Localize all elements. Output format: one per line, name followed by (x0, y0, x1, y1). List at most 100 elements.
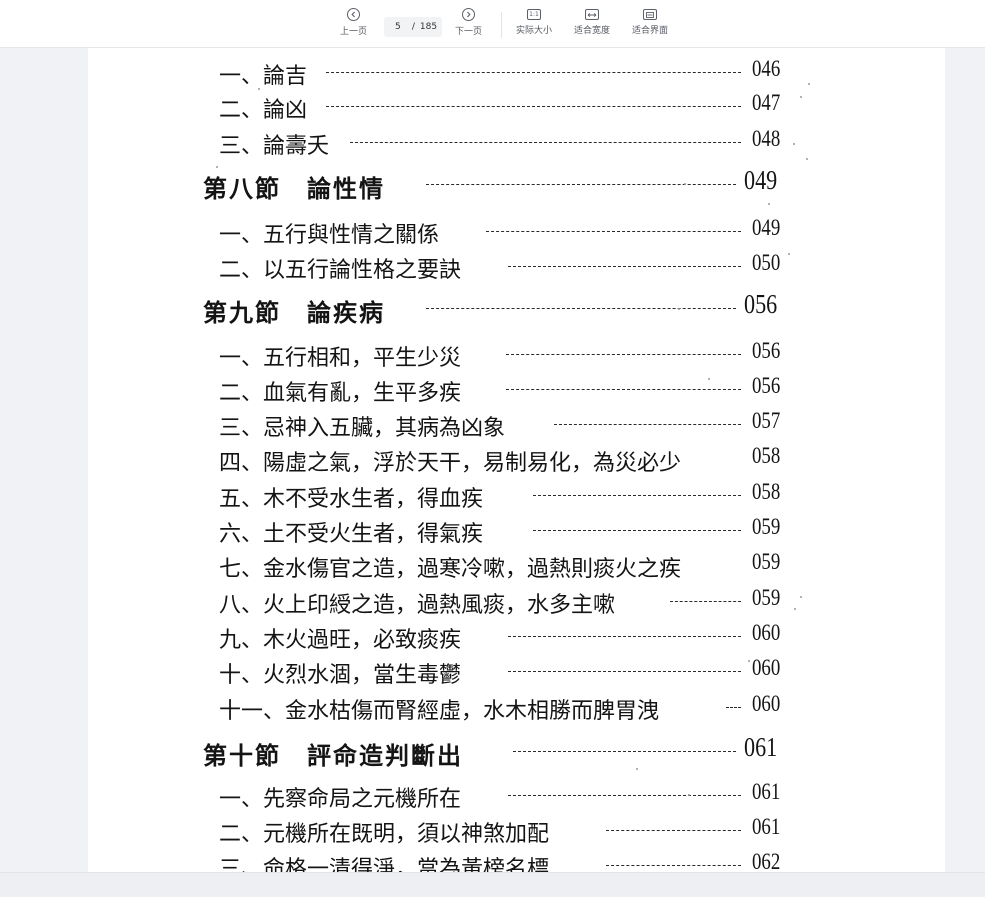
chevron-right-icon (462, 8, 475, 21)
toc-leader-dashes (533, 495, 741, 496)
toc-leader-dashes (326, 106, 741, 107)
toc-leader-dashes (350, 142, 741, 143)
scan-speck (806, 158, 808, 160)
fit-width-label: 适合宽度 (574, 26, 611, 36)
toc-page-number: 059 (752, 585, 781, 610)
toc-entry-title: 一、論吉 (219, 64, 308, 89)
scan-speck (678, 308, 680, 310)
toc-entry-title: 十一、金水枯傷而腎經虛，水木相勝而脾胃洩 (219, 699, 660, 724)
prev-page-button[interactable]: 上一页 (340, 8, 367, 37)
scan-speck (794, 608, 796, 610)
scan-speck (216, 166, 218, 168)
toolbar-divider (501, 12, 502, 38)
scan-speck (748, 660, 750, 662)
toc-page-number: 058 (752, 479, 781, 504)
toc-entry: 一、論吉 046 (219, 56, 793, 89)
toc-entry: 三、命格一清得淨，當為黃榜名標 062 (219, 849, 793, 872)
toc-entry: 十、火烈水涸，當生毒鬱 060 (219, 655, 793, 688)
toc-entry: 十一、金水枯傷而腎經虛，水木相勝而脾胃洩 060 (219, 691, 793, 724)
scan-speck (684, 183, 686, 185)
toc-entry: 七、金水傷官之造，過寒冷嗽，過熱則痰火之疾 059 (219, 549, 793, 582)
scan-speck (793, 143, 795, 145)
toc-page-number: 048 (752, 126, 781, 151)
toc-leader-dashes (508, 671, 741, 672)
next-page-button[interactable]: 下一页 (455, 8, 482, 37)
toc-entry: 三、論壽夭 048 (219, 126, 793, 159)
toc-entry-title: 四、陽虛之氣，浮於天干，易制易化，為災必少 (219, 451, 682, 476)
toc-entry-title: 三、命格一清得淨，當為黃榜名標 (219, 857, 550, 872)
toc-entry: 一、五行與性情之關係 049 (219, 215, 793, 248)
fit-page-button[interactable]: 适合界面 (632, 8, 668, 36)
toc-leader-dashes (506, 354, 741, 355)
scan-speck (258, 88, 260, 90)
toc-page-number: 049 (744, 165, 778, 195)
total-pages: 185 (419, 22, 438, 32)
toc-entry-title: 一、五行與性情之關係 (219, 223, 440, 248)
toc-entry: 二、以五行論性格之要訣 050 (219, 250, 793, 283)
scan-speck (800, 96, 802, 98)
toc-page-number: 046 (752, 56, 781, 81)
page-number-input[interactable] (388, 22, 407, 32)
scan-speck (688, 794, 690, 796)
fit-width-button[interactable]: 适合宽度 (574, 8, 610, 36)
toc-section-heading: 第十節 評命造判斷出 061 (203, 732, 793, 770)
toc-entry: 六、土不受火生者，得氣疾 059 (219, 514, 793, 547)
toc-entry: 三、忌神入五臟，其病為凶象 057 (219, 408, 793, 441)
toc-leader-dashes (513, 751, 736, 752)
actual-size-icon: 1:1 (527, 9, 541, 20)
toc-entry-title: 第九節 論疾病 (203, 298, 385, 327)
toc-entry-title: 二、以五行論性格之要訣 (219, 258, 462, 283)
scan-speck (768, 203, 770, 205)
actual-size-button[interactable]: 1:1 实际大小 (516, 8, 552, 36)
toc-entry: 二、血氣有亂，生平多疾 056 (219, 373, 793, 406)
toc-section-heading: 第九節 論疾病 056 (203, 289, 793, 327)
actual-size-icon-text: 1:1 (529, 10, 539, 18)
fit-width-icon (585, 9, 599, 20)
toc-entry-title: 三、忌神入五臟，其病為凶象 (219, 416, 506, 441)
chevron-left-icon (347, 8, 360, 21)
toc-entry-title: 三、論壽夭 (219, 134, 330, 159)
toc-entry-title: 第八節 論性情 (203, 174, 385, 203)
toc-entry: 四、陽虛之氣，浮於天干，易制易化，為災必少 058 (219, 443, 793, 476)
toc-leader-dashes (554, 424, 741, 425)
toc-page-number: 061 (752, 779, 781, 804)
toc-page-number: 060 (752, 691, 781, 716)
scan-speck (788, 253, 790, 255)
toc-page-number: 047 (752, 90, 781, 115)
viewer-toolbar: 上一页 / 185 下一页 1:1 实际大小 适合宽度 适合界面 (0, 0, 985, 48)
toc-entry-title: 七、金水傷官之造，過寒冷嗽，過熱則痰火之疾 (219, 557, 682, 582)
toc-page-number: 059 (752, 549, 781, 574)
horizontal-scrollbar[interactable] (0, 872, 985, 897)
toc-entry-title: 一、五行相和，平生少災 (219, 346, 462, 371)
scan-speck (708, 378, 710, 380)
toc-page-number: 050 (752, 250, 781, 275)
toc-page-number: 062 (752, 849, 781, 872)
toc-page-number: 058 (752, 443, 781, 468)
toc-entry: 八、火上印綬之造，過熱風痰，水多主嗽 059 (219, 585, 793, 618)
toc-page-number: 056 (752, 373, 781, 398)
toc-leader-dashes (606, 865, 741, 866)
toc-entry-title: 二、元機所在既明，須以神煞加配 (219, 822, 550, 847)
scan-speck (800, 596, 802, 598)
toc-entry: 九、木火過旺，必致痰疾 060 (219, 620, 793, 653)
toc-entry-title: 六、土不受火生者，得氣疾 (219, 522, 484, 547)
toc-entry-title: 一、先察命局之元機所在 (219, 787, 462, 812)
next-page-label: 下一页 (455, 27, 483, 37)
toc-page-number: 056 (752, 338, 781, 363)
fit-page-label: 适合界面 (632, 26, 669, 36)
toc-entry-title: 第十節 評命造判斷出 (203, 741, 463, 770)
toc-entry-title: 十、火烈水涸，當生毒鬱 (219, 663, 462, 688)
toc-leader-dashes (606, 830, 741, 831)
toc-page-number: 056 (744, 289, 778, 319)
document-page: 一、論吉 046 二、論凶 047 三、論壽夭 048 第八節 論性情 049 一、五行與性情之… (88, 48, 945, 872)
scan-speck (808, 83, 810, 85)
toc-leader-dashes (486, 231, 741, 232)
toc-leader-dashes (508, 795, 741, 796)
toc-entry: 一、五行相和，平生少災 056 (219, 338, 793, 371)
toc-entry-title: 二、血氣有亂，生平多疾 (219, 381, 462, 406)
toc-page-number: 060 (752, 620, 781, 645)
toc-page-number: 061 (752, 814, 781, 839)
prev-page-label: 上一页 (340, 27, 368, 37)
toc-leader-dashes (670, 601, 741, 602)
toc-entry: 一、先察命局之元機所在 061 (219, 779, 793, 812)
